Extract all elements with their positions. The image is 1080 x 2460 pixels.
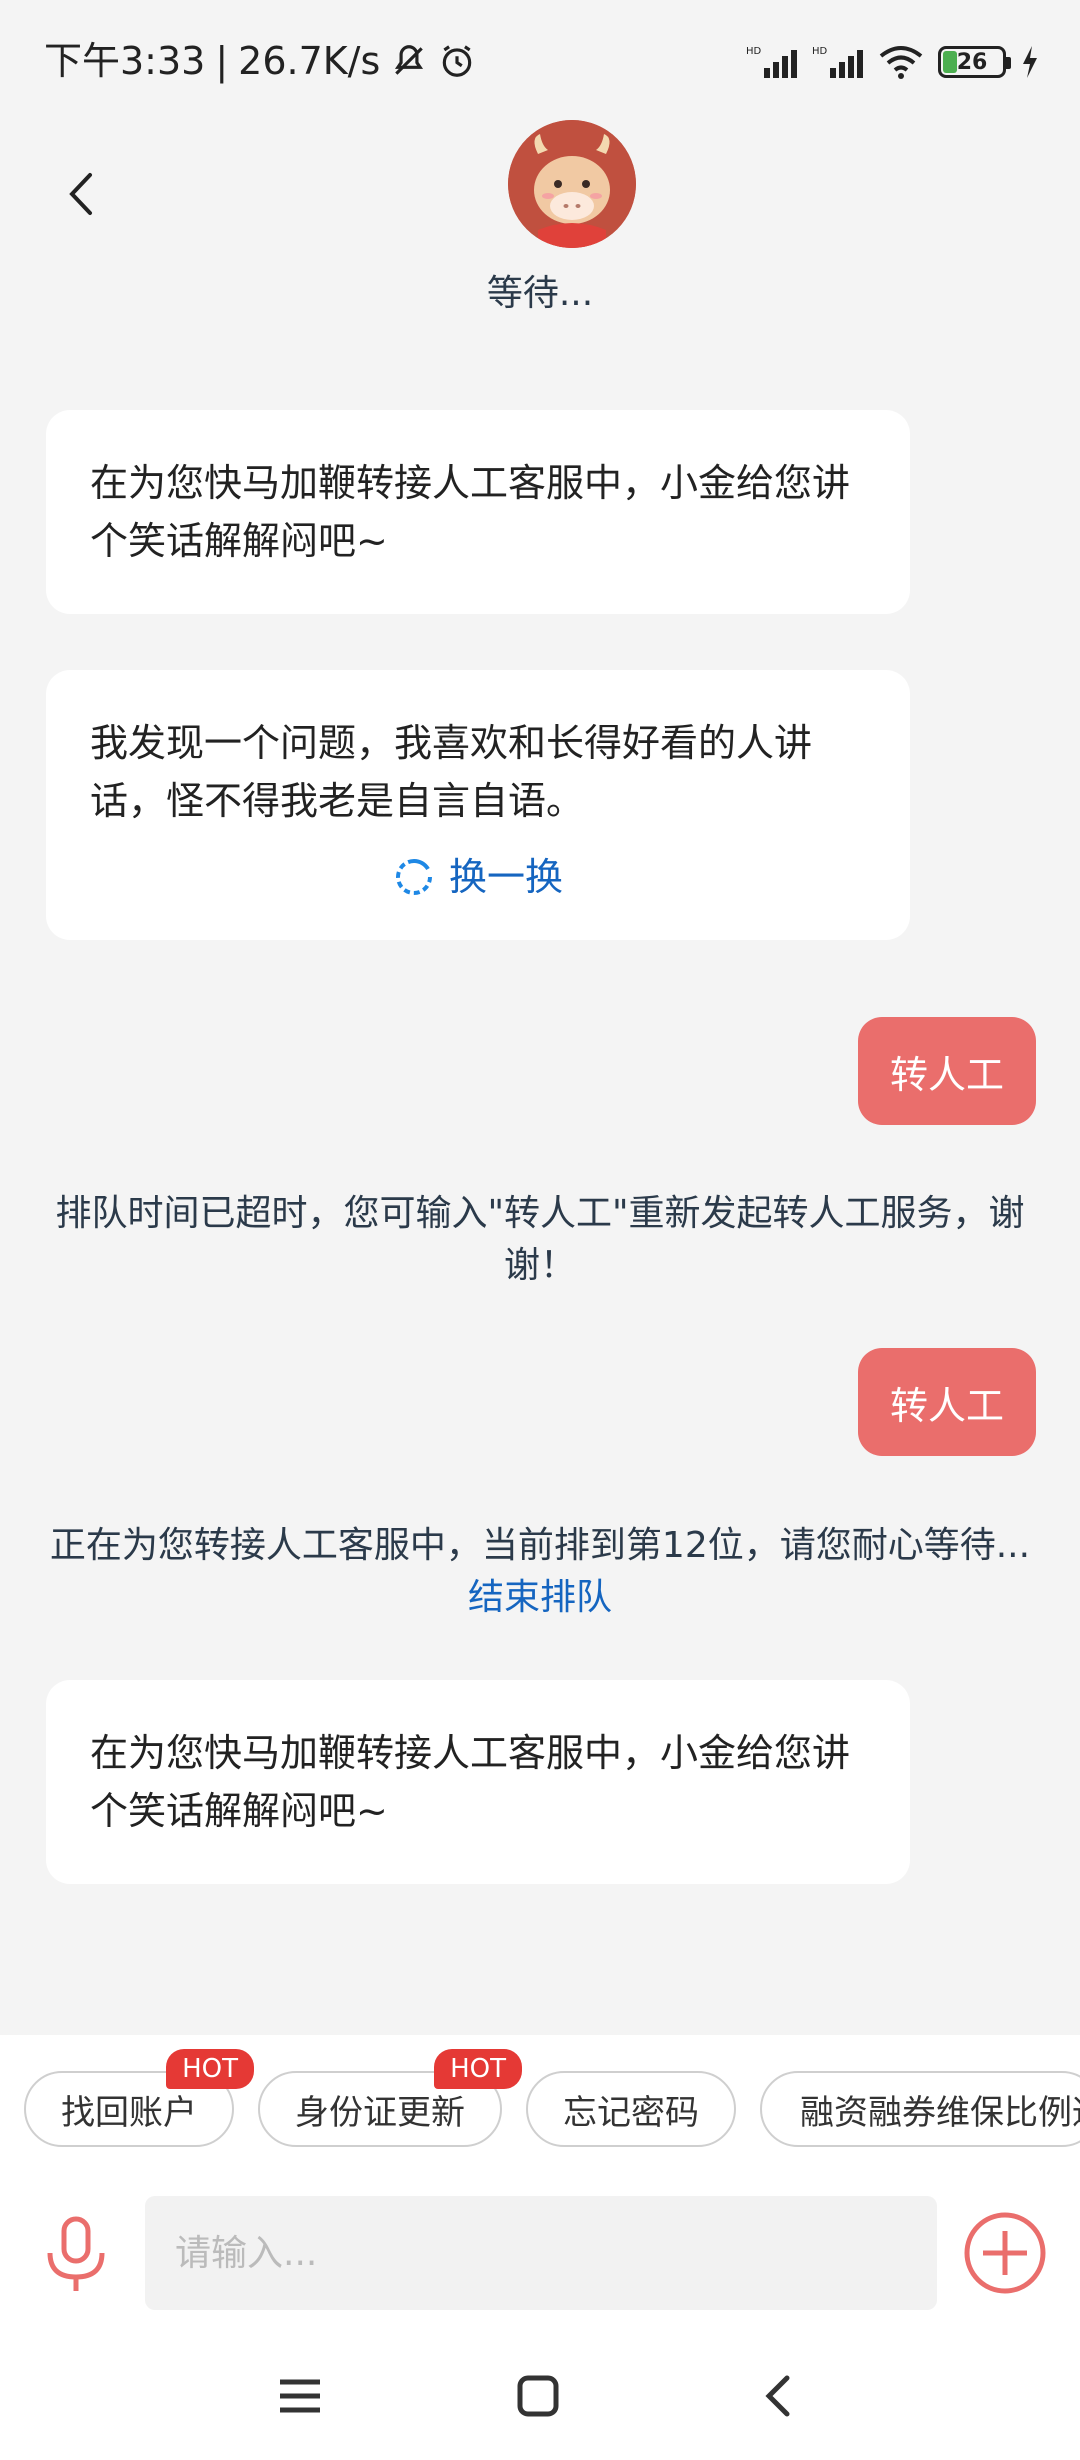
chip-margin-ratio[interactable]: 融资融券维保比例通知 xyxy=(760,2071,1080,2147)
battery-level: 26 xyxy=(956,49,988,75)
microphone-icon xyxy=(47,2216,105,2291)
user-bubble-2: 转人工 xyxy=(858,1348,1036,1456)
hot-badge: HOT xyxy=(434,2049,522,2089)
user-bubble-1-text: 转人工 xyxy=(889,1052,1004,1097)
chip-forgot-password[interactable]: 忘记密码 xyxy=(526,2071,736,2147)
input-bar xyxy=(0,2185,1080,2325)
message-input[interactable] xyxy=(145,2196,937,2310)
swap-button[interactable]: 换一换 xyxy=(90,848,866,906)
wifi-icon xyxy=(879,46,923,79)
chip-recover-account[interactable]: 找回账户 HOT xyxy=(24,2049,254,2147)
signal-icon: HD xyxy=(746,46,797,78)
charging-icon xyxy=(1023,46,1037,78)
chat-area[interactable]: 正在为您转接人工客服中，当前排到第9位，请您耐心 等待... 在为您快马加鞭转接… xyxy=(0,260,1080,2030)
system-message-partial: 正在为您转接人工客服中，当前排到第9位，请您耐心 等待... xyxy=(40,260,1040,320)
svg-text:HD: HD xyxy=(812,46,828,57)
status-right: HD HD 26 xyxy=(746,44,1040,80)
hot-badge: HOT xyxy=(166,2049,254,2089)
chat-header xyxy=(0,100,1080,280)
queue-message: 正在为您转接人工客服中，当前排到第12位，请您耐心等待... 结束排队 xyxy=(40,1520,1040,1624)
chevron-left-icon xyxy=(69,173,92,215)
status-speed: 26.7K/s xyxy=(238,39,381,83)
refresh-icon xyxy=(396,858,432,895)
bot-bubble-1: 在为您快马加鞭转接人工客服中，小金给您讲个笑话解解闷吧~ xyxy=(46,410,910,614)
queue-message-text: 正在为您转接人工客服中，当前排到第12位，请您耐心等待... xyxy=(49,1525,1031,1566)
quick-reply-bar: 找回账户 HOT 身份证更新 HOT 忘记密码 融资融券维保比例通知 xyxy=(0,2035,1080,2185)
plus-button[interactable] xyxy=(963,2211,1047,2295)
alarm-icon xyxy=(443,45,472,77)
chip-label: 忘记密码 xyxy=(563,2092,699,2133)
svg-text:HD: HD xyxy=(746,46,762,57)
nav-menu-button[interactable] xyxy=(270,2371,330,2421)
status-left: 下午3:33 | 26.7K/s xyxy=(44,42,476,80)
voice-button[interactable] xyxy=(40,2215,112,2295)
chip-label: 融资融券维保比例通知 xyxy=(800,2092,1080,2133)
chip-id-update[interactable]: 身份证更新 HOT xyxy=(258,2049,522,2147)
system-nav-bar xyxy=(0,2325,1080,2460)
nav-back-button[interactable] xyxy=(748,2371,808,2421)
bot-bubble-1-text: 在为您快马加鞭转接人工客服中，小金给您讲个笑话解解闷吧~ xyxy=(90,461,851,563)
timeout-message-text: 排队时间已超时，您可输入"转人工"重新发起转人工服务，谢谢！ xyxy=(55,1193,1025,1286)
joke-text: 我发现一个问题，我喜欢和长得好看的人讲话，怪不得我老是自言自语。 xyxy=(90,721,813,823)
user-bubble-2-text: 转人工 xyxy=(889,1383,1004,1428)
back-chevron-icon xyxy=(765,2375,790,2417)
chip-label: 找回账户 xyxy=(61,2092,197,2133)
bot-bubble-2-text: 在为您快马加鞭转接人工客服中，小金给您讲个笑话解解闷吧~ xyxy=(90,1731,851,1833)
mute-bell-icon xyxy=(395,45,424,75)
swap-label: 换一换 xyxy=(448,855,563,899)
timeout-message: 排队时间已超时，您可输入"转人工"重新发起转人工服务，谢谢！ xyxy=(40,1188,1040,1292)
user-bubble-1: 转人工 xyxy=(858,1017,1036,1125)
battery-icon: 26 xyxy=(938,46,1011,78)
bot-bubble-2: 在为您快马加鞭转接人工客服中，小金给您讲个笑话解解闷吧~ xyxy=(46,1680,910,1884)
mascot-avatar xyxy=(508,120,636,248)
signal-icon-2: HD xyxy=(812,46,863,78)
home-square-icon xyxy=(517,2375,559,2417)
status-divider: | xyxy=(215,39,229,83)
system-message-partial-tail: 等待... xyxy=(486,273,594,314)
bot-joke-bubble: 我发现一个问题，我喜欢和长得好看的人讲话，怪不得我老是自言自语。 换一换 xyxy=(46,670,910,940)
plus-circle-icon xyxy=(964,2212,1046,2294)
system-message-partial-line: 正在为您转接人工客服中，当前排到第9位，请您耐心 xyxy=(40,260,1040,268)
status-time: 下午3:33 xyxy=(44,39,206,83)
nav-home-button[interactable] xyxy=(508,2371,568,2421)
menu-icon xyxy=(280,2379,320,2413)
end-queue-link[interactable]: 结束排队 xyxy=(468,1577,612,1618)
status-bar: 下午3:33 | 26.7K/s HD HD 26 xyxy=(0,0,1080,100)
chip-label: 身份证更新 xyxy=(295,2092,465,2133)
ox-mascot-icon xyxy=(508,120,636,248)
back-button[interactable] xyxy=(56,164,106,224)
